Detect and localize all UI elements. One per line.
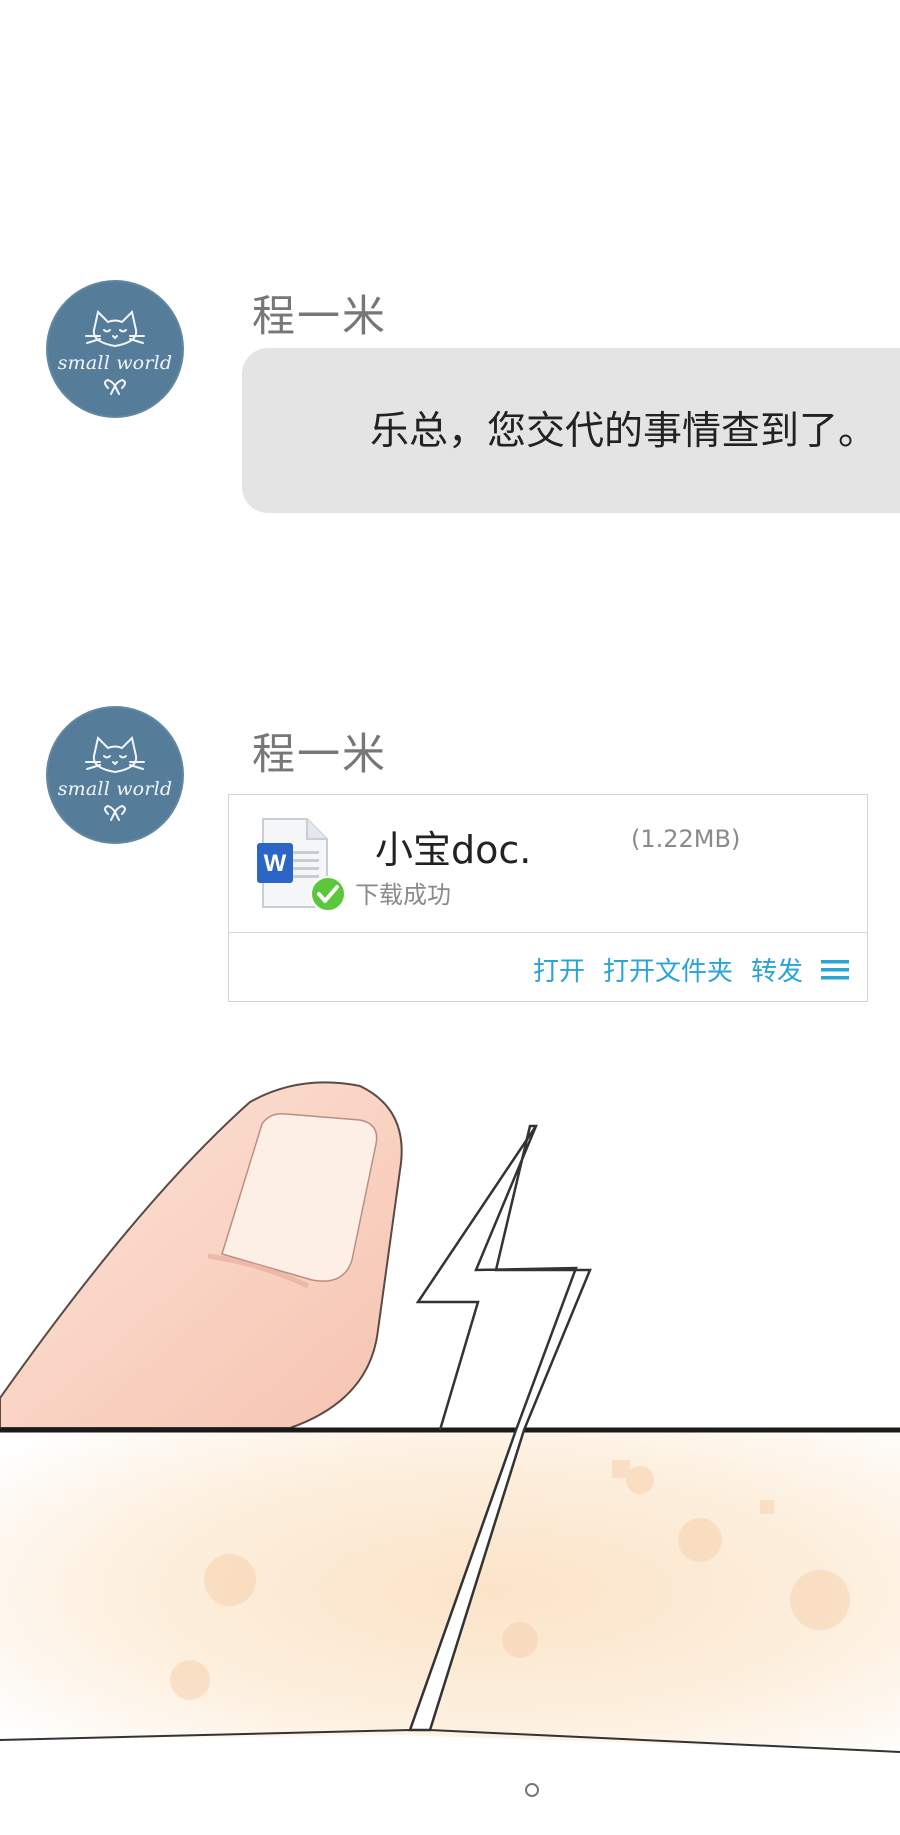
file-name: 小宝doc. — [375, 828, 532, 872]
menu-icon[interactable] — [821, 959, 849, 981]
open-folder-button[interactable]: 打开文件夹 — [603, 951, 733, 988]
file-info[interactable]: W 小宝doc. (1.22MB) 下载成功 — [229, 795, 867, 933]
message-text: 乐总，您交代的事情查到了。 — [370, 409, 878, 454]
download-status: 下载成功 — [355, 881, 451, 909]
file-message-card[interactable]: W 小宝doc. (1.22MB) 下载成功 打开 打开文件夹 转发 — [228, 794, 868, 1002]
file-actions: 打开 打开文件夹 转发 — [533, 951, 849, 988]
sender-name: 程一米 — [252, 292, 387, 342]
forward-button[interactable]: 转发 — [751, 951, 803, 988]
avatar[interactable]: small world — [46, 280, 184, 418]
avatar[interactable]: small world — [46, 706, 184, 844]
avatar-brand-text: small world — [57, 352, 173, 374]
svg-text:W: W — [264, 850, 287, 877]
file-size: (1.22MB) — [631, 825, 741, 853]
cat-logo-icon — [85, 310, 145, 395]
open-button[interactable]: 打开 — [533, 951, 585, 988]
avatar-brand-text: small world — [57, 778, 173, 800]
message-bubble[interactable]: 乐总，您交代的事情查到了。 — [242, 348, 900, 513]
comic-finger-illustration — [0, 1081, 900, 1753]
sender-name: 程一米 — [252, 730, 387, 780]
check-success-icon — [310, 876, 346, 912]
cat-logo-icon — [85, 736, 145, 821]
page-indicator-icon — [525, 1783, 539, 1797]
